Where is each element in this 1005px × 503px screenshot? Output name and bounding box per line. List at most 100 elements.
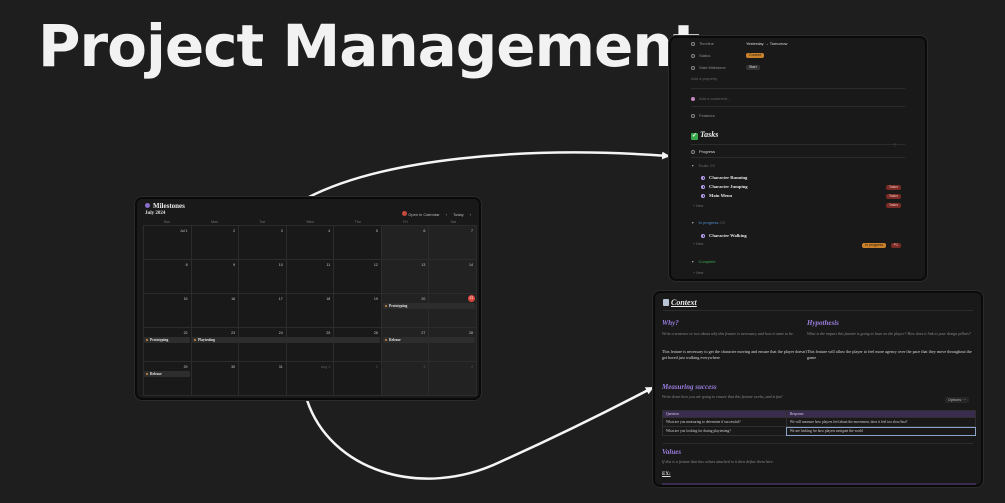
event-prototyping[interactable]: Prototyping (144, 337, 190, 343)
new-task-button[interactable]: + New (693, 271, 703, 275)
calendar-day-cell[interactable]: 11 (286, 260, 335, 294)
calendar-day-cell[interactable]: 8 (144, 260, 192, 294)
status-property[interactable]: Status (691, 53, 710, 58)
measuring-table: Question Response What are you measuring… (662, 410, 977, 436)
calendar-day-cell[interactable]: 15 (144, 294, 192, 328)
open-in-calendar-button[interactable]: Open in Calendar (402, 211, 440, 217)
calendar-day-cell[interactable]: Aug 1 (286, 362, 335, 396)
calendar-day-cell[interactable]: 19 (334, 294, 382, 328)
calendar-day-cell[interactable]: 5 (334, 226, 382, 260)
calendar-day-cell[interactable]: 27 (381, 328, 430, 362)
calendar-day-cell[interactable]: 29 (144, 362, 192, 396)
event-prototyping[interactable]: Prototyping (383, 303, 475, 309)
event-playtesting[interactable]: Playtesting (192, 337, 380, 343)
calendar-day-cell[interactable]: 23 (191, 328, 240, 362)
calendar-day-cell[interactable]: 3 (381, 362, 430, 396)
next-month-button[interactable]: › (470, 212, 471, 217)
timeline-property[interactable]: Timeline (691, 41, 714, 46)
day-number: 4 (328, 229, 331, 233)
start-tag: Start (746, 65, 760, 70)
calendar-day-cell[interactable]: 21 (429, 294, 477, 328)
calendar-day-cell[interactable]: 4 (286, 226, 335, 260)
dow-label: Fri (403, 220, 408, 224)
divider (691, 157, 905, 158)
table-cell-selected[interactable]: We are looking for how players navigate … (785, 426, 977, 436)
add-property-button[interactable]: Add a property (691, 76, 717, 81)
status-value[interactable]: Current (746, 52, 764, 58)
column-header[interactable]: Response (785, 410, 977, 418)
calendar-day-cell[interactable]: 28 (429, 328, 477, 362)
calendar-day-cell[interactable]: 2 (334, 362, 382, 396)
calendar-day-cell[interactable]: 3 (239, 226, 287, 260)
column-header[interactable]: Question (662, 410, 787, 418)
dow-label: Sat (450, 220, 456, 224)
progress-view-tab[interactable]: Progress (691, 149, 715, 154)
hypothesis-body[interactable]: This feature will allow the player to fe… (807, 349, 972, 361)
calendar-day-cell[interactable]: 12 (334, 260, 382, 294)
calendar-day-cell[interactable]: 10 (239, 260, 287, 294)
add-comment-input[interactable]: Add a comment... (691, 96, 730, 101)
features-link[interactable]: Features (691, 113, 715, 118)
calendar-day-cell[interactable]: 7 (429, 226, 477, 260)
calendar-day-cell[interactable]: 22 (144, 328, 192, 362)
calendar-app-icon (402, 211, 408, 216)
task-character-walking[interactable]: Character Walking (701, 233, 747, 238)
calendar-day-cell[interactable]: 17 (239, 294, 287, 328)
new-task-button[interactable]: + New (693, 204, 703, 208)
day-number: 15 (183, 297, 188, 301)
canvas: Project Management Milestones July 2024 … (0, 0, 1005, 503)
group-complete[interactable]: ▼ Complete (691, 259, 716, 264)
progress-icon (691, 149, 695, 154)
day-number: 13 (421, 263, 426, 267)
calendar-day-cell[interactable]: Jul 1 (144, 226, 192, 260)
calendar-heading[interactable]: Milestones (145, 202, 185, 210)
task-main-menu[interactable]: Main Menu (701, 193, 732, 198)
calendar-day-cell[interactable]: 18 (286, 294, 335, 328)
calendar-day-cell[interactable]: 20 (381, 294, 430, 328)
table-header-partial (662, 483, 976, 485)
prev-month-button[interactable]: ‹ (446, 212, 447, 217)
calendar-day-cell[interactable]: 6 (381, 226, 430, 260)
milestone-icon (145, 203, 150, 208)
task-character-jumping[interactable]: Character Jumping (701, 184, 748, 189)
new-task-button[interactable]: + New (693, 242, 703, 246)
group-todo[interactable]: ▼ To-do 3/5 (691, 163, 715, 168)
day-number: 19 (373, 297, 378, 301)
table-cell[interactable]: We will measure how players feel about t… (785, 417, 977, 427)
task-character-running[interactable]: Character Running (701, 175, 747, 180)
calendar-day-cell[interactable]: 30 (191, 362, 240, 396)
table-options-button[interactable]: Options ··· (945, 397, 969, 403)
calendar-day-cell[interactable]: 13 (381, 260, 430, 294)
day-number: 2 (233, 229, 236, 233)
event-release[interactable]: Release (144, 371, 190, 377)
calendar-day-cell[interactable]: 14 (429, 260, 477, 294)
calendar-day-cell[interactable]: 24 (239, 328, 287, 362)
table-cell[interactable]: What are you looking for during playtest… (662, 426, 787, 436)
task-status-icon (701, 193, 705, 198)
table-row: What are you measuring to determine if s… (662, 417, 977, 427)
calendar-day-cell[interactable]: 31 (239, 362, 287, 396)
status-icon (691, 53, 695, 58)
today-button[interactable]: Today (453, 212, 464, 217)
day-number: 20 (421, 297, 426, 301)
event-release[interactable]: Release (383, 337, 475, 343)
calendar-day-cell[interactable]: 4 (429, 362, 477, 396)
table-cell[interactable]: What are you measuring to determine if s… (662, 417, 787, 427)
why-prompt: Write a sentence or two about why this f… (662, 331, 794, 336)
calendar-day-cell[interactable]: 9 (191, 260, 240, 294)
arrow-to-context (305, 386, 654, 480)
start-milestone-value[interactable]: Start (746, 64, 760, 70)
day-number: 31 (278, 365, 283, 369)
timeline-value[interactable]: Yesterday → Tomorrow (746, 41, 787, 46)
calendar-day-cell[interactable]: 16 (191, 294, 240, 328)
collapse-triangle-icon: ▼ (691, 221, 695, 225)
group-in-progress[interactable]: ▼ In progress 0/5 (691, 220, 725, 225)
calendar-day-cell[interactable]: 2 (191, 226, 240, 260)
more-options-icon[interactable]: ⋮ (893, 142, 897, 147)
calendar-day-cell[interactable]: 26 (334, 328, 382, 362)
start-milestone-property[interactable]: Start Milestone (691, 65, 726, 70)
why-body[interactable]: This feature is necessary to get the cha… (662, 349, 812, 361)
calendar-day-cell[interactable]: 25 (286, 328, 335, 362)
context-page: Context Why? Write a sentence or two abo… (653, 291, 983, 487)
check-icon: ✓ (691, 133, 698, 140)
